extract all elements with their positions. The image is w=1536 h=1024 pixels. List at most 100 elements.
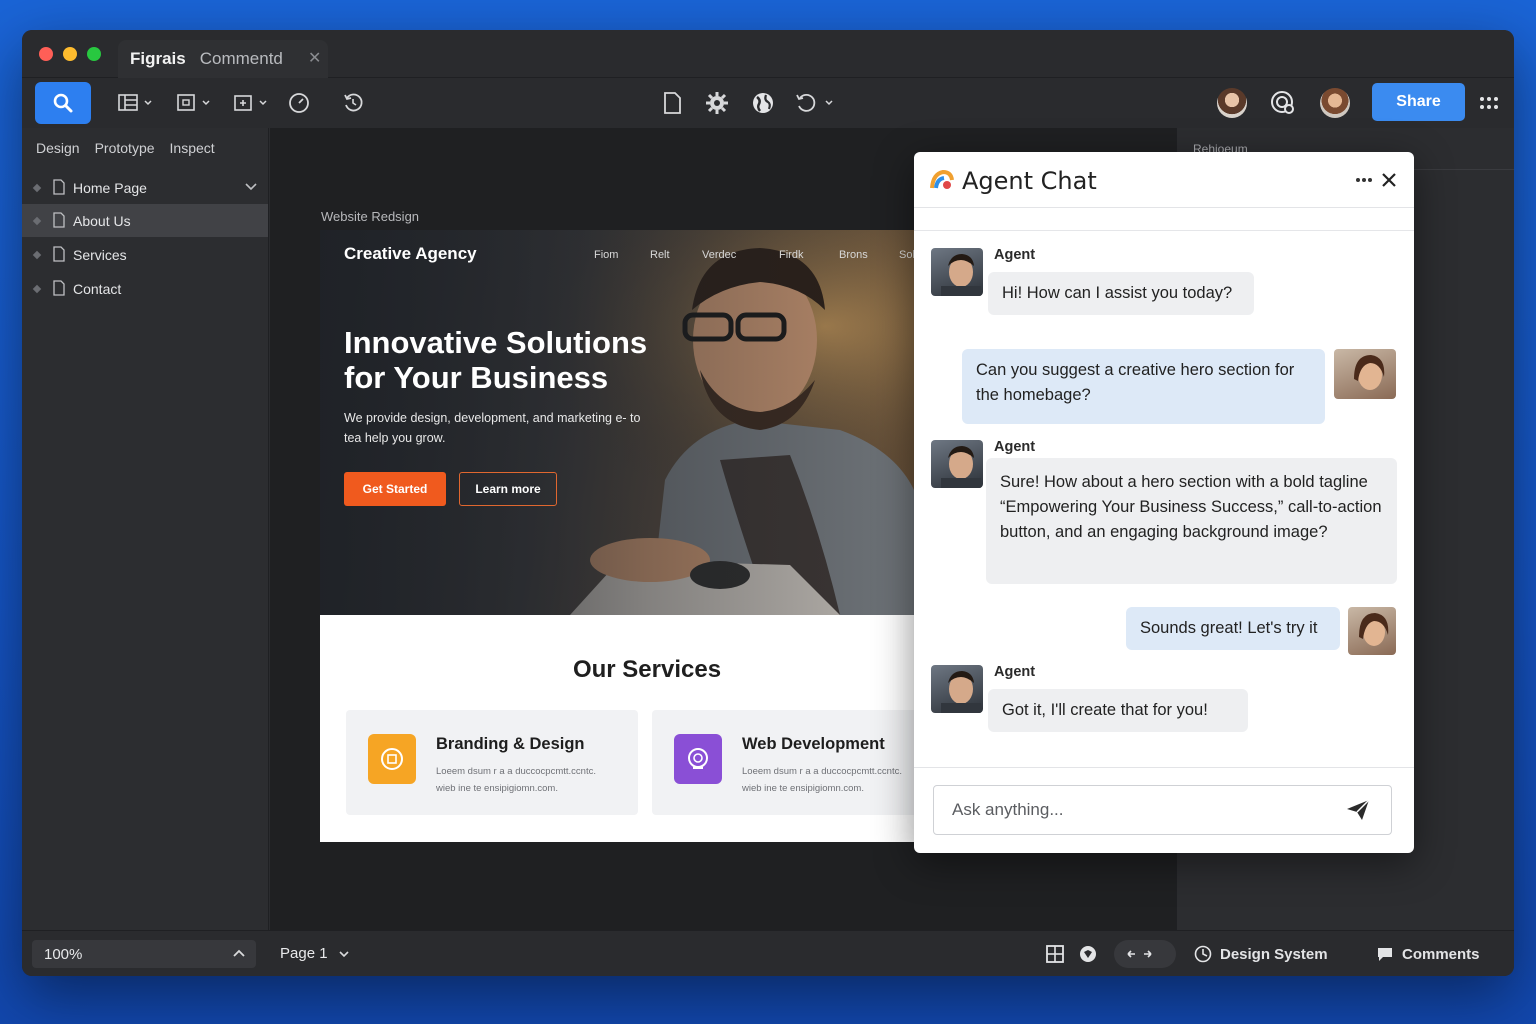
- get-started-button[interactable]: Get Started: [344, 472, 446, 506]
- agent-avatar: [931, 440, 983, 488]
- search-icon: [53, 93, 73, 113]
- chat-header: Agent Chat: [914, 152, 1414, 208]
- page-label: Services: [73, 246, 127, 263]
- page-item-home-page[interactable]: Home Page: [22, 171, 268, 204]
- service-card-branding[interactable]: Branding & Design Loeem dsum r a a ducco…: [346, 710, 638, 815]
- card-title: Branding & Design: [436, 735, 585, 753]
- message-sender: Agent: [994, 439, 1036, 455]
- globe-button[interactable]: [748, 82, 778, 124]
- hero-title[interactable]: Innovative Solutions for Your Business: [344, 325, 674, 395]
- hero-nav-item[interactable]: Firdk: [779, 249, 803, 261]
- zoom-control[interactable]: 100%: [32, 940, 256, 968]
- globe-icon: [753, 93, 773, 113]
- clock-icon: [289, 93, 309, 113]
- page-item-about-us[interactable]: About Us: [22, 204, 268, 237]
- divider: [914, 767, 1414, 768]
- comment-icon: [1378, 948, 1392, 961]
- page-bullet: [32, 216, 42, 225]
- hero-nav-item[interactable]: Relt: [650, 249, 670, 261]
- share-button[interactable]: Share: [1372, 83, 1465, 121]
- page-bullet: [32, 183, 42, 192]
- chat-input[interactable]: [952, 800, 1332, 820]
- user-avatar[interactable]: [1320, 88, 1350, 118]
- page-button[interactable]: [657, 82, 687, 124]
- minimize-window-button[interactable]: [63, 47, 77, 61]
- grid-dots-icon: [1480, 97, 1498, 109]
- history-icon: [344, 93, 363, 112]
- bottom-bar: 100% Page 1 Design System Comments: [22, 930, 1514, 976]
- toolbar: Share: [22, 78, 1514, 128]
- design-system-button[interactable]: Design System: [1194, 945, 1328, 963]
- page-icon: [53, 179, 65, 195]
- page-icon: [53, 280, 65, 296]
- document-tab[interactable]: Figrais Commentd: [118, 40, 328, 78]
- search-button[interactable]: [35, 82, 91, 124]
- agent-logo-icon: [930, 169, 954, 189]
- hero-nav-item[interactable]: Fiom: [594, 249, 618, 261]
- arrows-icon: [1127, 950, 1152, 958]
- agent-avatar: [931, 248, 983, 296]
- tab-design[interactable]: Design: [36, 140, 80, 156]
- hero-subtitle[interactable]: We provide design, development, and mark…: [344, 408, 654, 448]
- chevron-up-icon[interactable]: [232, 949, 246, 959]
- title-bar: Figrais Commentd ✕: [22, 30, 1514, 78]
- plugin-icon[interactable]: [1078, 944, 1098, 964]
- user-avatar: [1334, 349, 1396, 399]
- more-menu-button[interactable]: [1476, 82, 1502, 124]
- message-sender: Agent: [994, 664, 1036, 680]
- card-text: Loeem dsum r a a duccocpcmtt.ccntc. wieb…: [436, 766, 596, 794]
- hero-nav-item[interactable]: Verdec: [702, 249, 736, 261]
- globe-icon: [674, 734, 722, 784]
- ai-assistant-button[interactable]: [1266, 82, 1300, 124]
- hero-section[interactable]: Creative Agency Fiom Relt Verdec Firdk B…: [320, 230, 914, 615]
- chat-input-box[interactable]: [933, 785, 1392, 835]
- comments-label: Comments: [1402, 945, 1480, 963]
- page-selector[interactable]: Page 1: [280, 945, 350, 962]
- settings-button[interactable]: [702, 82, 732, 124]
- component-icon: [234, 95, 267, 111]
- chevron-down-icon[interactable]: [244, 182, 258, 192]
- agent-message: Got it, I'll create that for you!: [988, 689, 1248, 732]
- zoom-level: 100%: [44, 945, 83, 963]
- agent-avatar: [931, 665, 983, 713]
- timer-button[interactable]: [284, 82, 314, 124]
- page-selector-label: Page 1: [280, 945, 328, 962]
- maximize-window-button[interactable]: [87, 47, 101, 61]
- gear-icon: [706, 92, 728, 114]
- divider: [914, 230, 1414, 231]
- user-message: Sounds great! Let's try it: [1126, 607, 1340, 650]
- page-bullet: [32, 250, 42, 259]
- website-frame[interactable]: Creative Agency Fiom Relt Verdec Firdk B…: [320, 230, 914, 842]
- tab-inspect[interactable]: Inspect: [170, 140, 215, 156]
- send-icon[interactable]: [1345, 798, 1371, 822]
- hero-nav-item[interactable]: Sol: [899, 249, 914, 261]
- collaborator-avatar[interactable]: [1217, 88, 1247, 118]
- page-item-services[interactable]: Services: [22, 238, 268, 271]
- hero-brand[interactable]: Creative Agency: [344, 244, 477, 264]
- close-icon[interactable]: [1381, 172, 1397, 188]
- tab-prototype[interactable]: Prototype: [95, 140, 155, 156]
- page-label: Home Page: [73, 179, 147, 196]
- more-options-icon[interactable]: [1355, 177, 1373, 183]
- history-button[interactable]: [338, 82, 368, 124]
- frame-label[interactable]: Website Redsign: [321, 209, 419, 224]
- layout-grid-icon[interactable]: [1045, 944, 1065, 964]
- refresh-icon: [796, 93, 833, 112]
- services-title[interactable]: Our Services: [320, 656, 914, 684]
- close-tab-icon[interactable]: ✕: [308, 48, 321, 68]
- design-system-label: Design System: [1220, 945, 1328, 963]
- user-message: Can you suggest a creative hero section …: [962, 349, 1325, 424]
- comments-button[interactable]: Comments: [1376, 945, 1480, 963]
- navigation-arrows[interactable]: [1114, 940, 1176, 968]
- frame-tool-button[interactable]: [170, 82, 216, 124]
- component-tool-button[interactable]: [227, 82, 273, 124]
- sync-button[interactable]: [792, 82, 838, 124]
- document-name: Commentd: [199, 49, 283, 68]
- layout-tool-button[interactable]: [112, 82, 158, 124]
- page-item-contact[interactable]: Contact: [22, 272, 268, 305]
- hero-nav-item[interactable]: Brons: [839, 249, 868, 261]
- service-card-web-development[interactable]: Web Development Loeem dsum r a a duccocp…: [652, 710, 914, 815]
- close-window-button[interactable]: [39, 47, 53, 61]
- agent-chat-panel: Agent Chat Agent Hi! How can I assist yo…: [914, 152, 1414, 853]
- learn-more-button[interactable]: Learn more: [459, 472, 557, 506]
